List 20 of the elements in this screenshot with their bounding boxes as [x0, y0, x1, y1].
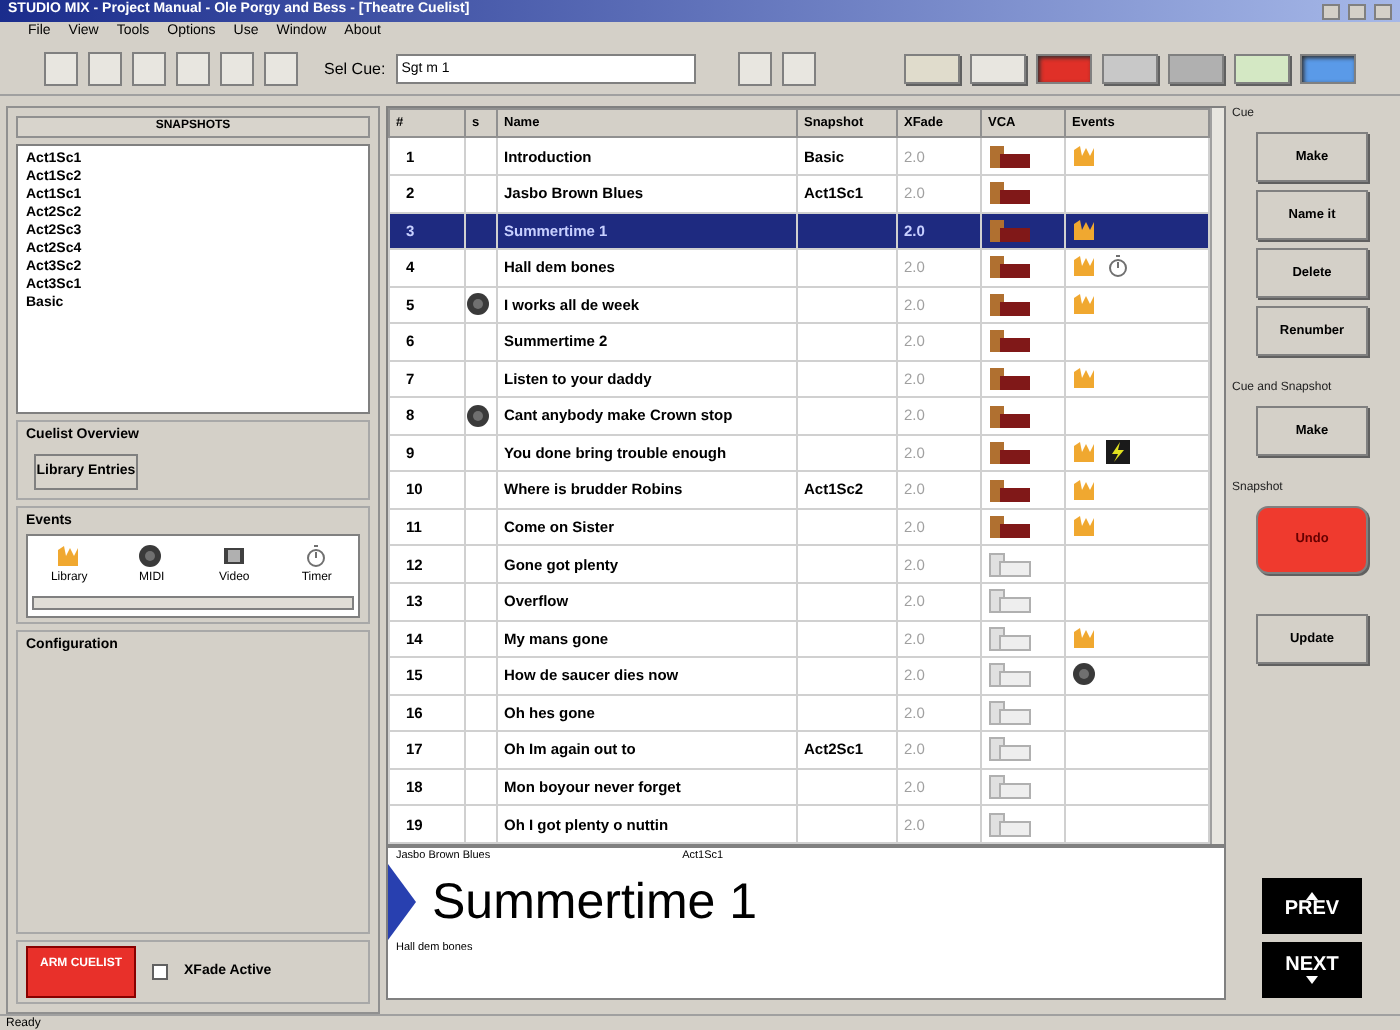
- up-arrow-icon: [1306, 892, 1318, 900]
- scrollbar[interactable]: [1210, 108, 1224, 844]
- cue-label: Sel Cue:: [324, 57, 386, 81]
- library-icon[interactable]: [56, 543, 83, 569]
- down-arrow-icon: [1306, 976, 1318, 984]
- checkbox[interactable]: [152, 964, 168, 980]
- midi-icon[interactable]: [138, 543, 165, 569]
- current-cue: Summertime 1: [432, 871, 758, 933]
- toolbar-toggle[interactable]: [1168, 54, 1224, 84]
- play-arrow-icon: [388, 864, 416, 941]
- toolbar-toggle[interactable]: [1036, 54, 1092, 84]
- toolbar-toggle[interactable]: [1102, 54, 1158, 84]
- next-button[interactable]: NEXT: [1262, 942, 1362, 998]
- stopwatch-icon[interactable]: [303, 543, 330, 569]
- toolbar-toggle[interactable]: [970, 54, 1026, 84]
- scrollbar[interactable]: [32, 595, 354, 609]
- toolbar-toggle[interactable]: [1234, 54, 1290, 84]
- prev-button[interactable]: PREV: [1262, 878, 1362, 934]
- toolbar-toggle[interactable]: [1300, 54, 1356, 84]
- toolbar-toggle[interactable]: [904, 54, 960, 84]
